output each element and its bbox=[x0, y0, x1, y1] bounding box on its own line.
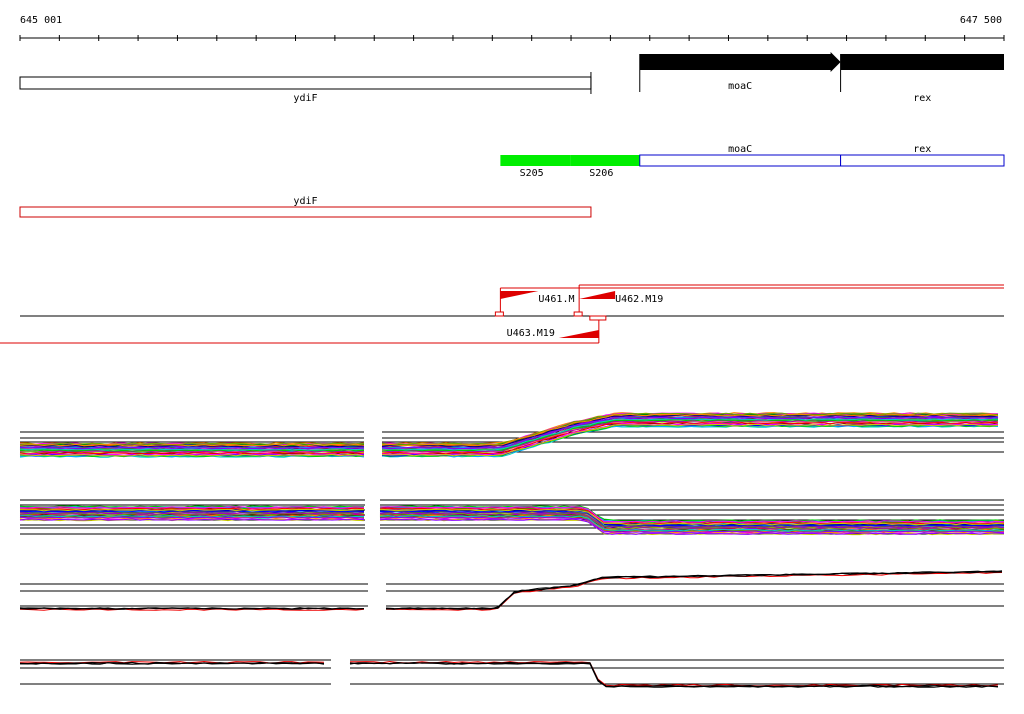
feature-track: U461.M U462.M19 U463.M19 bbox=[0, 284, 1004, 344]
segment-label: S206 bbox=[589, 168, 613, 179]
segment-label: S205 bbox=[520, 168, 544, 179]
expression-profile-panels bbox=[19, 412, 1005, 688]
gene-label: moaC bbox=[728, 81, 752, 92]
transcript-track: S205 S206 moaC rex bbox=[500, 144, 1005, 179]
genome-browser: 645 001 647 500 ydiF moaC rex S205 S206 moaC… bbox=[0, 15, 1005, 688]
feature-label: U463.M19 bbox=[507, 328, 555, 339]
expression-panel-1 bbox=[19, 412, 1004, 458]
segment-s205 bbox=[500, 155, 571, 166]
transcript-label: rex bbox=[913, 144, 931, 155]
feature-label: U462.M19 bbox=[615, 294, 663, 305]
feature-u461-m bbox=[500, 291, 539, 299]
expression-line bbox=[385, 570, 1003, 610]
ruler-end-label: 647 500 bbox=[960, 15, 1002, 26]
gene-moac bbox=[639, 52, 841, 72]
antisense-gene-track: ydiF bbox=[19, 196, 592, 218]
expression-line bbox=[349, 661, 999, 688]
segment-s206 bbox=[570, 155, 640, 166]
feature-label: U461.M bbox=[538, 294, 574, 305]
expression-panel-3 bbox=[19, 570, 1004, 611]
expression-line bbox=[350, 660, 999, 687]
gene-label: ydiF bbox=[293, 93, 317, 104]
gene-annotation-track: ydiF moaC rex bbox=[19, 52, 1004, 104]
transcript-label: moaC bbox=[728, 144, 752, 155]
feature-marker bbox=[573, 311, 583, 317]
feature-marker bbox=[589, 315, 607, 321]
expression-panel-4 bbox=[19, 659, 1004, 688]
expression-panel-2 bbox=[19, 499, 1005, 536]
gene-ydif bbox=[19, 76, 592, 90]
gene-label: rex bbox=[913, 93, 931, 104]
gene-rex bbox=[840, 52, 1004, 72]
gene-ydif bbox=[19, 206, 592, 218]
gene-label: ydiF bbox=[293, 196, 317, 207]
feature-marker bbox=[494, 311, 504, 317]
feature-u462-m19 bbox=[579, 291, 616, 299]
transcript-rex bbox=[840, 154, 1005, 167]
ruler-start-label: 645 001 bbox=[20, 15, 62, 26]
feature-u463-m19 bbox=[558, 330, 599, 338]
transcript-moac bbox=[639, 154, 842, 167]
coordinate-ruler: 645 001 647 500 bbox=[19, 15, 1005, 41]
